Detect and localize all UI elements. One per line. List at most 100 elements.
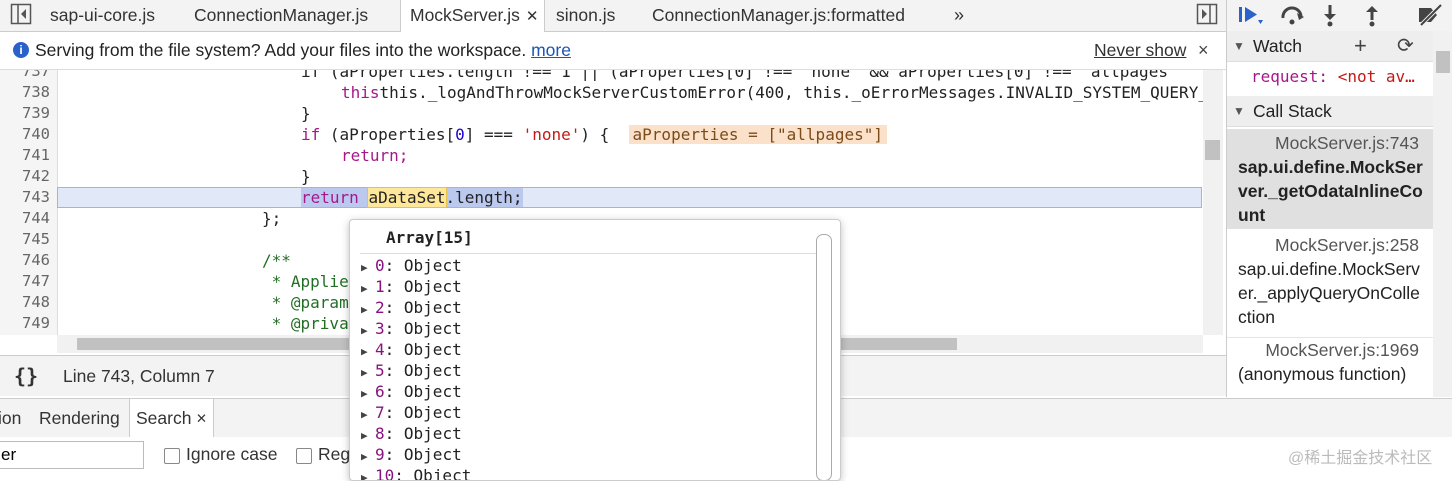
line-number[interactable]: 745 xyxy=(0,230,50,248)
popover-scrollbar[interactable] xyxy=(816,234,832,480)
tree-item[interactable]: ▶ 6: Object xyxy=(361,382,462,401)
ignore-case-checkbox[interactable] xyxy=(164,448,180,464)
code-line-741: return; xyxy=(341,146,409,165)
regex-checkbox[interactable] xyxy=(296,448,312,464)
tab-connection-manager[interactable]: ConnectionManager.js xyxy=(194,0,368,31)
line-number[interactable]: 743 xyxy=(0,188,50,206)
tree-item[interactable]: ▶ 7: Object xyxy=(361,403,462,422)
line-number[interactable]: 741 xyxy=(0,146,50,164)
line-number[interactable]: 749 xyxy=(0,314,50,332)
call-stack-section-header[interactable]: ▼ Call Stack xyxy=(1227,96,1433,127)
search-input[interactable] xyxy=(0,441,144,469)
call-frame[interactable]: MockServer.js:743 sap.ui.define.MockServ… xyxy=(1227,129,1433,229)
tab-console[interactable]: ion xyxy=(0,399,21,437)
debugger-sidebar: ▼ Watch + ⟳ request: <not av… ▼ Call Sta… xyxy=(1226,0,1452,397)
code-line-747: * Applie xyxy=(262,272,349,291)
tab-connection-manager-formatted[interactable]: ConnectionManager.js:formatted xyxy=(652,0,905,31)
call-frame[interactable]: MockServer.js:1969 (anonymous function) xyxy=(1227,337,1433,386)
tab-mockserver[interactable]: MockServer.js ✕ xyxy=(400,0,546,32)
step-into-icon[interactable] xyxy=(1321,3,1339,32)
ignore-case-label: Ignore case xyxy=(186,444,278,464)
cursor-position: Line 743, Column 7 xyxy=(63,366,215,386)
code-line-739: } xyxy=(301,104,311,123)
watch-expression[interactable]: request: <not av… xyxy=(1251,67,1415,86)
pretty-print-button[interactable]: {} xyxy=(14,364,38,388)
scroll-thumb[interactable] xyxy=(1205,140,1220,160)
expand-triangle-icon[interactable]: ▶ xyxy=(361,345,375,358)
tab-search[interactable]: Search × xyxy=(129,399,214,438)
step-over-icon[interactable] xyxy=(1279,4,1307,31)
tree-item[interactable]: ▶ 3: Object xyxy=(361,319,462,338)
expand-triangle-icon[interactable]: ▶ xyxy=(361,303,375,316)
tabs-overflow-button[interactable]: » xyxy=(954,0,964,31)
line-number[interactable]: 744 xyxy=(0,209,50,227)
variable-value-popover: Array[15] ▶ 0: Object ▶ 1: Object ▶ 2: Object… xyxy=(349,219,841,481)
close-tab-icon[interactable]: × xyxy=(196,408,206,428)
step-out-icon[interactable] xyxy=(1363,3,1381,32)
expand-triangle-icon[interactable]: ▶ xyxy=(361,366,375,379)
popover-title: Array[15] xyxy=(386,228,473,247)
expand-triangle-icon[interactable]: ▶ xyxy=(361,387,375,400)
popover-divider xyxy=(360,253,816,254)
debugger-toolbar xyxy=(1227,0,1452,32)
never-show-link[interactable]: Never show xyxy=(1094,32,1186,69)
scroll-thumb[interactable] xyxy=(1436,51,1450,73)
line-number[interactable]: 738 xyxy=(0,83,50,101)
tree-item[interactable]: ▶ 4: Object xyxy=(361,340,462,359)
expand-triangle-icon[interactable]: ▶ xyxy=(361,450,375,463)
line-number[interactable]: 739 xyxy=(0,104,50,122)
line-number[interactable]: 737 xyxy=(0,70,50,80)
tree-item[interactable]: ▶ 2: Object xyxy=(361,298,462,317)
tree-item[interactable]: ▶ 5: Object xyxy=(361,361,462,380)
code-line-738: thisthis._logAndThrowMockServerCustomErr… xyxy=(341,83,1203,102)
editor-vertical-scrollbar[interactable] xyxy=(1203,70,1223,335)
tree-item[interactable]: ▶ 0: Object xyxy=(361,256,462,275)
expand-triangle-icon[interactable]: ▶ xyxy=(361,324,375,337)
code-line-746: /** xyxy=(262,251,291,270)
call-frame[interactable]: MockServer.js:258 sap.ui.define.MockServ… xyxy=(1227,233,1433,329)
expand-triangle-icon[interactable]: ▶ xyxy=(361,429,375,442)
toggle-debugger-icon[interactable] xyxy=(1196,3,1218,25)
code-line-749: * @priva xyxy=(262,314,349,333)
watch-section-header[interactable]: ▼ Watch + ⟳ xyxy=(1227,31,1433,62)
code-line-742: } xyxy=(301,167,311,186)
line-number[interactable]: 740 xyxy=(0,125,50,143)
info-icon: i xyxy=(13,42,29,58)
watermark: @稀土掘金技术社区 xyxy=(1288,450,1433,467)
tree-item[interactable]: ▶ 1: Object xyxy=(361,277,462,296)
info-message: Serving from the file system? Add your f… xyxy=(35,40,527,60)
expand-triangle-icon[interactable]: ▶ xyxy=(361,408,375,421)
tab-rendering[interactable]: Rendering xyxy=(39,399,120,437)
line-number[interactable]: 742 xyxy=(0,167,50,185)
code-line-740: if (aProperties[0] === 'none') { aProper… xyxy=(301,125,887,144)
toggle-navigator-icon[interactable] xyxy=(10,3,32,25)
expand-triangle-icon: ▼ xyxy=(1233,104,1245,118)
close-tab-icon[interactable]: ✕ xyxy=(526,8,539,25)
expand-triangle-icon: ▼ xyxy=(1233,39,1245,53)
workspace-info-bar: i Serving from the file system? Add your… xyxy=(0,32,1226,70)
close-icon[interactable]: × xyxy=(1198,32,1209,69)
sidebar-scrollbar[interactable] xyxy=(1433,31,1452,397)
tree-item[interactable]: ▶ 8: Object xyxy=(361,424,462,443)
resume-icon[interactable] xyxy=(1237,3,1265,32)
code-line-737: if (aProperties.length !== 1 || (aProper… xyxy=(301,70,1178,81)
expand-triangle-icon[interactable]: ▶ xyxy=(361,471,375,480)
line-number[interactable]: 746 xyxy=(0,251,50,269)
tab-sinon[interactable]: sinon.js xyxy=(556,0,615,31)
deactivate-breakpoints-icon[interactable] xyxy=(1415,3,1445,32)
code-line-744: }; xyxy=(262,209,282,228)
add-watch-button[interactable]: + xyxy=(1354,31,1367,61)
line-number-gutter[interactable]: 7377387397407417427437447457467477487497… xyxy=(0,70,58,335)
refresh-watch-button[interactable]: ⟳ xyxy=(1397,31,1414,61)
expand-triangle-icon[interactable]: ▶ xyxy=(361,282,375,295)
line-number[interactable]: 747 xyxy=(0,272,50,290)
hovered-variable[interactable]: aDataSet xyxy=(367,187,447,208)
tree-item[interactable]: ▶ 10: Object xyxy=(361,466,471,480)
line-number[interactable]: 748 xyxy=(0,293,50,311)
code-line-748: * @param xyxy=(262,293,349,312)
more-link[interactable]: more xyxy=(531,40,571,60)
tree-item[interactable]: ▶ 9: Object xyxy=(361,445,462,464)
expand-triangle-icon[interactable]: ▶ xyxy=(361,261,375,274)
editor-tab-bar: sap-ui-core.js ConnectionManager.js Mock… xyxy=(0,0,1226,32)
tab-sap-ui-core[interactable]: sap-ui-core.js xyxy=(50,0,155,31)
